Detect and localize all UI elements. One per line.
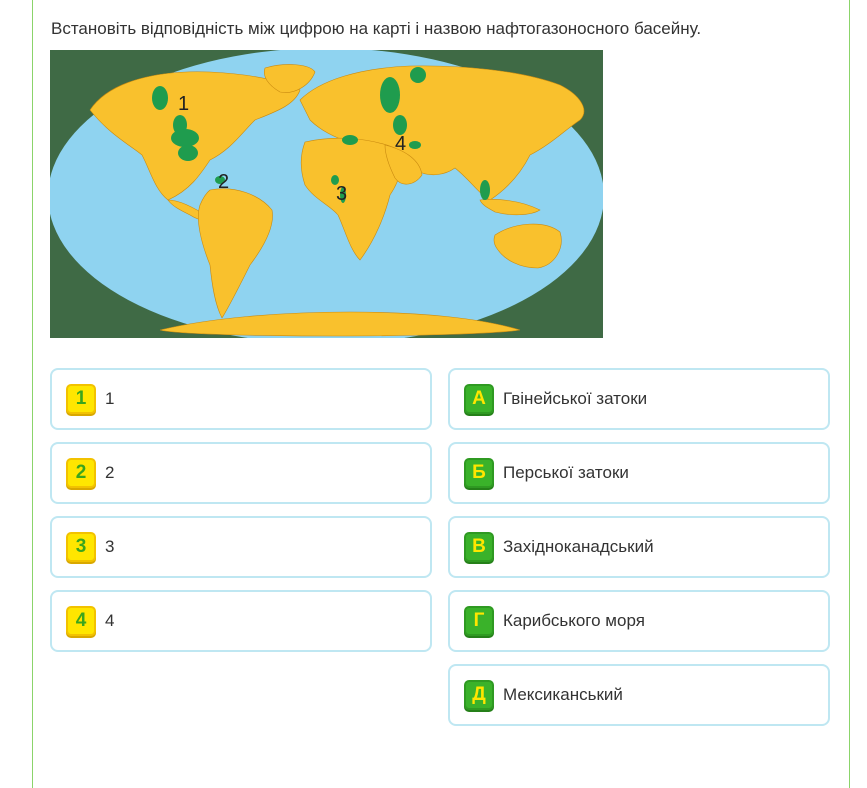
left-item-2[interactable]: 2 2 <box>50 442 432 504</box>
left-item-badge: 2 <box>66 458 96 488</box>
right-item-d[interactable]: Д Мексиканський <box>448 664 830 726</box>
left-item-badge: 3 <box>66 532 96 562</box>
left-item-text: 1 <box>105 389 115 408</box>
right-item-badge: Д <box>464 680 494 710</box>
left-item-text: 4 <box>105 611 115 630</box>
right-item-text: Карибського моря <box>503 611 645 630</box>
right-item-badge: В <box>464 532 494 562</box>
left-item-3[interactable]: 3 3 <box>50 516 432 578</box>
right-item-a[interactable]: А Гвінейської затоки <box>448 368 830 430</box>
right-item-g[interactable]: Г Карибського моря <box>448 590 830 652</box>
right-item-text: Західноканадський <box>503 537 654 556</box>
right-item-badge: Г <box>464 606 494 636</box>
left-item-text: 2 <box>105 463 115 482</box>
right-item-text: Мексиканський <box>503 685 623 704</box>
right-item-text: Перської затоки <box>503 463 629 482</box>
right-item-badge: А <box>464 384 494 414</box>
map-label-4: 4 <box>395 133 406 155</box>
left-item-badge: 1 <box>66 384 96 414</box>
question-text: Встановіть відповідність між цифрою на к… <box>51 19 702 38</box>
left-item-text: 3 <box>105 537 115 556</box>
right-item-text: Гвінейської затоки <box>503 389 648 408</box>
map-label-3: 3 <box>336 183 347 205</box>
map-label-1: 1 <box>178 93 189 115</box>
right-column: А Гвінейської затоки Б Перської затоки В… <box>448 368 830 738</box>
world-map-image: 1 2 3 4 <box>50 50 603 338</box>
right-item-b[interactable]: Б Перської затоки <box>448 442 830 504</box>
left-item-badge: 4 <box>66 606 96 636</box>
right-item-v[interactable]: В Західноканадський <box>448 516 830 578</box>
left-item-1[interactable]: 1 1 <box>50 368 432 430</box>
map-label-2: 2 <box>218 171 229 193</box>
left-column: 1 1 2 2 3 3 4 4 <box>50 368 432 664</box>
left-item-4[interactable]: 4 4 <box>50 590 432 652</box>
right-item-badge: Б <box>464 458 494 488</box>
